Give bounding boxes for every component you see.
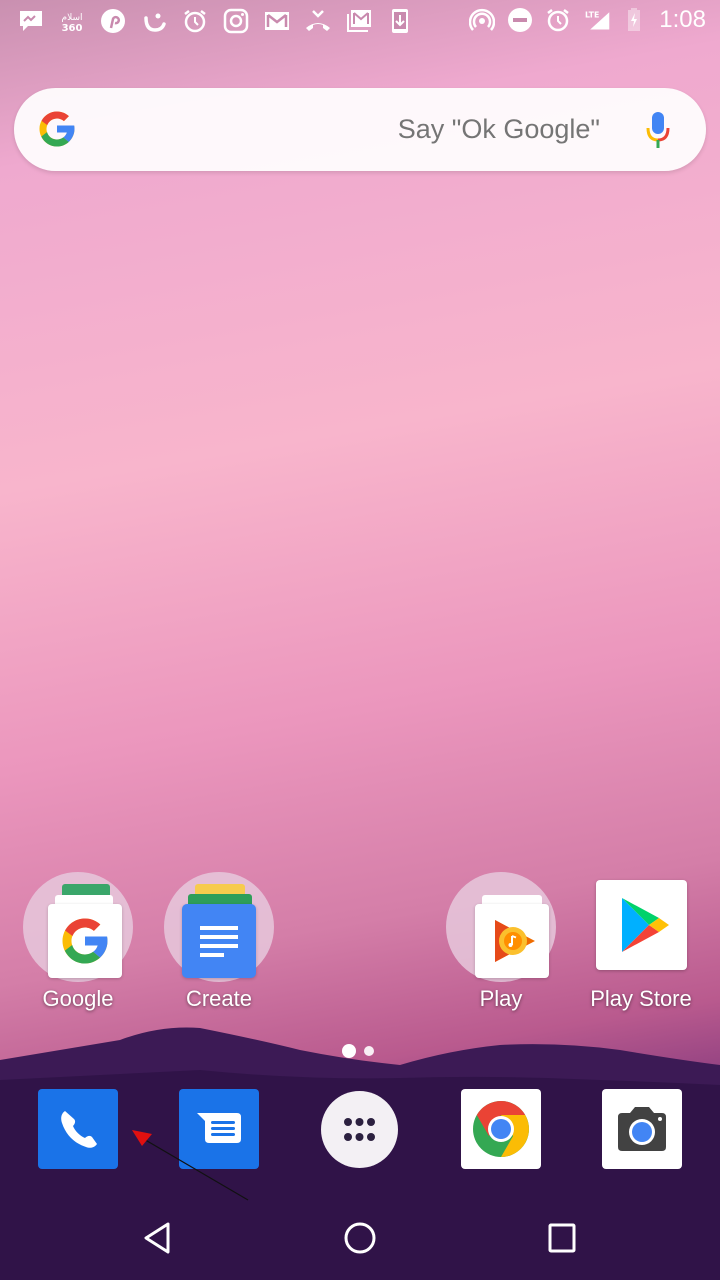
docs-icon xyxy=(182,904,256,978)
do-not-disturb-icon xyxy=(507,7,533,33)
messenger-icon xyxy=(18,8,44,34)
app-label: Create xyxy=(185,986,253,1011)
svg-text:360: 360 xyxy=(62,23,83,34)
app-label: Play Store xyxy=(590,986,692,1011)
lte-signal-icon: LTE xyxy=(583,7,613,33)
notification-icons: ﺍﺳﻼﻡ 360 xyxy=(18,8,413,34)
search-hint: Say "Ok Google" xyxy=(397,114,600,144)
navigation-bar xyxy=(0,1196,720,1280)
alarm-icon xyxy=(545,7,571,33)
app-label: Play xyxy=(479,986,523,1011)
play-music-icon xyxy=(495,920,535,962)
alarm-icon xyxy=(182,8,208,34)
phone-app[interactable] xyxy=(38,1089,118,1169)
smile-app-icon xyxy=(141,8,167,34)
back-icon xyxy=(144,1222,170,1254)
app-label: Google xyxy=(42,986,114,1011)
clock: 1:08 xyxy=(659,6,706,33)
app-drawer-icon xyxy=(344,1118,375,1141)
page-indicator xyxy=(342,1044,374,1058)
pointer-arrow-overlay xyxy=(132,1130,249,1201)
battery-charging-icon xyxy=(625,7,643,33)
google-search-bar[interactable]: Say "Ok Google" xyxy=(14,88,706,171)
google-app-icon xyxy=(62,918,108,964)
gmail-multiple-icon xyxy=(346,8,372,34)
play-store-icon xyxy=(596,880,687,970)
phone-icon xyxy=(61,1111,97,1148)
instagram-icon xyxy=(223,8,249,34)
download-icon xyxy=(387,8,413,34)
hotspot-icon xyxy=(469,7,496,33)
chrome-app[interactable] xyxy=(461,1089,541,1169)
back-button[interactable] xyxy=(134,1214,182,1262)
recents-icon xyxy=(548,1223,576,1253)
chrome-icon xyxy=(473,1101,529,1157)
recents-button[interactable] xyxy=(538,1214,586,1262)
google-g-icon xyxy=(39,111,75,147)
page-dot-active[interactable] xyxy=(342,1044,356,1058)
status-bar: ﺍﺳﻼﻡ 360 LTE 1:08 xyxy=(0,0,720,44)
svg-text:ﺍﺳﻼﻡ: ﺍﺳﻼﻡ xyxy=(62,13,83,23)
svg-text:LTE: LTE xyxy=(585,10,599,19)
system-icons: LTE 1:08 xyxy=(469,6,706,34)
pinterest-icon xyxy=(100,8,126,34)
home-button[interactable] xyxy=(336,1214,384,1262)
microphone-icon[interactable] xyxy=(644,110,672,150)
page-dot[interactable] xyxy=(364,1046,374,1056)
gmail-icon xyxy=(264,8,290,34)
camera-icon xyxy=(618,1107,666,1151)
home-icon xyxy=(344,1222,376,1254)
islam360-icon: ﺍﺳﻼﻡ 360 xyxy=(59,8,85,34)
all-apps-button[interactable] xyxy=(321,1091,398,1168)
camera-app[interactable] xyxy=(602,1089,682,1169)
missed-call-icon xyxy=(305,8,331,34)
